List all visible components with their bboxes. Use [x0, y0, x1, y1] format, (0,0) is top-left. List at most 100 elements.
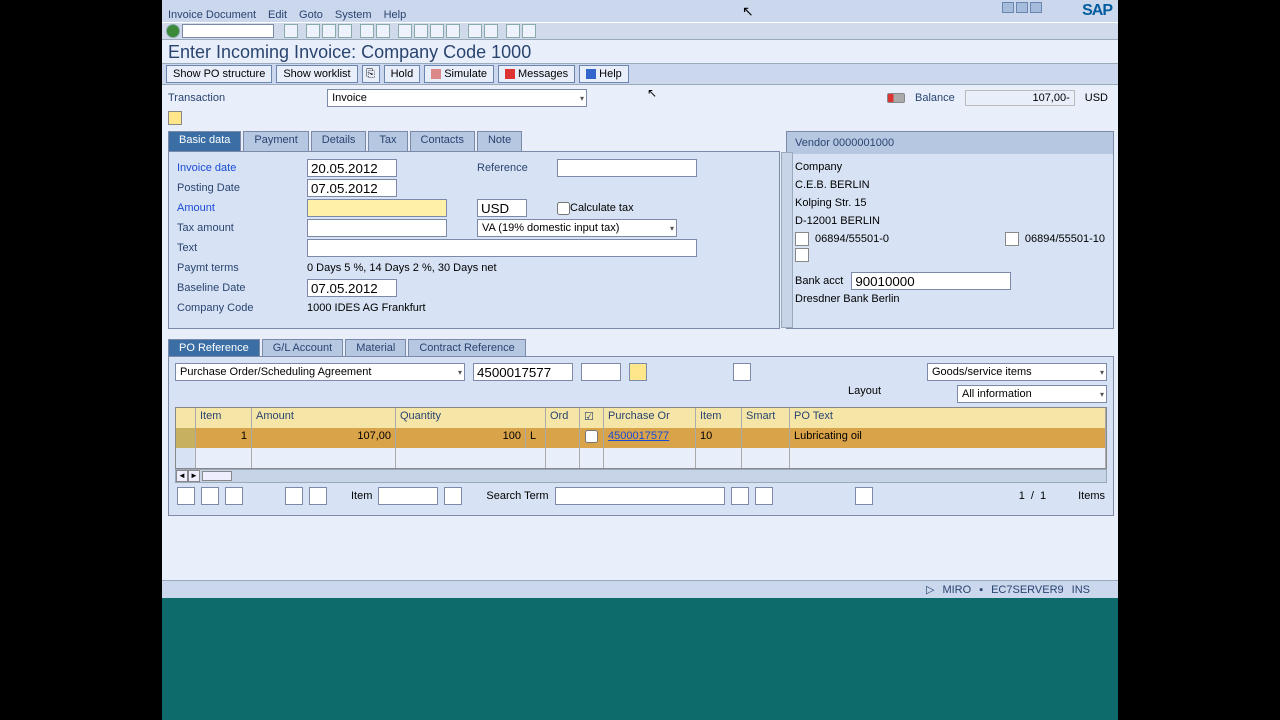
tab-po-reference[interactable]: PO Reference [168, 339, 260, 356]
baseline-date-label: Baseline Date [177, 282, 307, 294]
tab-tax[interactable]: Tax [368, 131, 407, 151]
col-flag[interactable]: ☑ [580, 408, 604, 428]
col-itemno[interactable]: Item [696, 408, 742, 428]
cell-po-link[interactable]: 4500017577 [608, 430, 669, 442]
po-item-input[interactable] [581, 363, 621, 381]
search-button[interactable] [731, 487, 749, 505]
vendor-fax: 06894/55501-10 [1025, 230, 1105, 248]
print-icon[interactable] [360, 24, 374, 38]
prev-page-icon[interactable] [414, 24, 428, 38]
header-scrollbar[interactable] [781, 152, 793, 328]
find-icon[interactable] [376, 24, 390, 38]
deselect-all-button[interactable] [201, 487, 219, 505]
menu-invoice-document[interactable]: Invoice Document [168, 9, 256, 22]
posting-date-input[interactable] [307, 179, 397, 197]
last-page-icon[interactable] [446, 24, 460, 38]
tax-amount-label: Tax amount [177, 222, 307, 234]
item-nav-input[interactable] [378, 487, 438, 505]
status-mode: INS [1072, 584, 1090, 596]
reference-type-dropdown[interactable]: Purchase Order/Scheduling Agreement [175, 363, 465, 381]
new-session-icon[interactable] [468, 24, 482, 38]
menu-bar: Invoice Document Edit Goto System Help S… [162, 0, 1118, 22]
table-row[interactable] [176, 448, 1106, 468]
messages-button[interactable]: Messages [498, 65, 575, 83]
collapse-header-button[interactable] [168, 111, 182, 125]
table-row[interactable]: 1 107,00 100 L 4500017577 10 Lubricating… [176, 428, 1106, 448]
cell-amount[interactable]: 107,00 [252, 428, 396, 448]
shortcut-icon[interactable] [484, 24, 498, 38]
window-restore-icon[interactable] [1016, 2, 1028, 13]
col-po[interactable]: Purchase Or [604, 408, 696, 428]
col-smart[interactable]: Smart [742, 408, 790, 428]
col-quantity[interactable]: Quantity [396, 408, 546, 428]
row-flag-checkbox[interactable] [585, 430, 598, 443]
invoice-date-input[interactable] [307, 159, 397, 177]
cell-itemno: 10 [696, 428, 742, 448]
tab-payment[interactable]: Payment [243, 131, 308, 151]
baseline-date-input[interactable] [307, 279, 397, 297]
other-doc-button[interactable]: ⎘ [362, 65, 380, 83]
amount-label: Amount [177, 202, 307, 214]
col-ord[interactable]: Ord [546, 408, 580, 428]
transaction-dropdown[interactable]: Invoice [327, 89, 587, 107]
tax-amount-input[interactable] [307, 219, 447, 237]
menu-edit[interactable]: Edit [268, 9, 287, 22]
reference-input[interactable] [557, 159, 697, 177]
col-item[interactable]: Item [196, 408, 252, 428]
layout-dropdown[interactable]: All information [957, 385, 1107, 403]
window-min-icon[interactable] [1002, 2, 1014, 13]
tab-basic-data[interactable]: Basic data [168, 131, 241, 151]
show-po-structure-button[interactable]: Show PO structure [166, 65, 272, 83]
next-page-icon[interactable] [430, 24, 444, 38]
exit-icon[interactable] [322, 24, 336, 38]
page-current: 1 [1019, 490, 1025, 502]
simulate-button[interactable]: Simulate [424, 65, 494, 83]
window-close-icon[interactable] [1030, 2, 1042, 13]
tab-contract-reference[interactable]: Contract Reference [408, 339, 525, 356]
tab-contacts[interactable]: Contacts [410, 131, 475, 151]
po-number-input[interactable] [473, 363, 573, 381]
col-amount[interactable]: Amount [252, 408, 396, 428]
first-page-icon[interactable] [398, 24, 412, 38]
goods-service-dropdown[interactable]: Goods/service items [927, 363, 1107, 381]
tab-details[interactable]: Details [311, 131, 367, 151]
page-sep: / [1031, 490, 1034, 502]
item-go-button[interactable] [444, 487, 462, 505]
help-icon[interactable] [506, 24, 520, 38]
settings-button[interactable] [855, 487, 873, 505]
po-search-button[interactable] [629, 363, 647, 381]
menu-system[interactable]: System [335, 9, 372, 22]
display-vendor-icon[interactable] [795, 248, 809, 262]
sort-asc-button[interactable] [285, 487, 303, 505]
cancel-icon[interactable] [338, 24, 352, 38]
command-field[interactable] [182, 24, 274, 38]
amount-input[interactable] [307, 199, 447, 217]
search-term-input[interactable] [555, 487, 725, 505]
sort-desc-button[interactable] [309, 487, 327, 505]
cell-quantity[interactable]: 100 [396, 428, 526, 448]
menu-help[interactable]: Help [384, 9, 407, 22]
help-button[interactable]: Help [579, 65, 629, 83]
layout-icon[interactable] [522, 24, 536, 38]
cell-unit[interactable]: L [526, 428, 546, 448]
calculate-tax-checkbox[interactable] [557, 202, 570, 215]
tax-code-dropdown[interactable]: VA (19% domestic input tax) [477, 219, 677, 237]
menu-goto[interactable]: Goto [299, 9, 323, 22]
save-icon[interactable] [284, 24, 298, 38]
text-input[interactable] [307, 239, 697, 257]
show-worklist-button[interactable]: Show worklist [276, 65, 357, 83]
bank-acct-input[interactable] [851, 272, 1011, 290]
tab-gl-account[interactable]: G/L Account [262, 339, 344, 356]
col-potext[interactable]: PO Text [790, 408, 1106, 428]
enter-icon[interactable] [166, 24, 180, 38]
tab-material[interactable]: Material [345, 339, 406, 356]
filter-button[interactable] [225, 487, 243, 505]
tab-note[interactable]: Note [477, 131, 522, 151]
currency-input[interactable] [477, 199, 527, 217]
select-all-button[interactable] [177, 487, 195, 505]
back-icon[interactable] [306, 24, 320, 38]
hold-button[interactable]: Hold [384, 65, 421, 83]
grid-horizontal-scrollbar[interactable]: ◄► [175, 469, 1107, 483]
search-next-button[interactable] [755, 487, 773, 505]
po-more-button[interactable] [733, 363, 751, 381]
